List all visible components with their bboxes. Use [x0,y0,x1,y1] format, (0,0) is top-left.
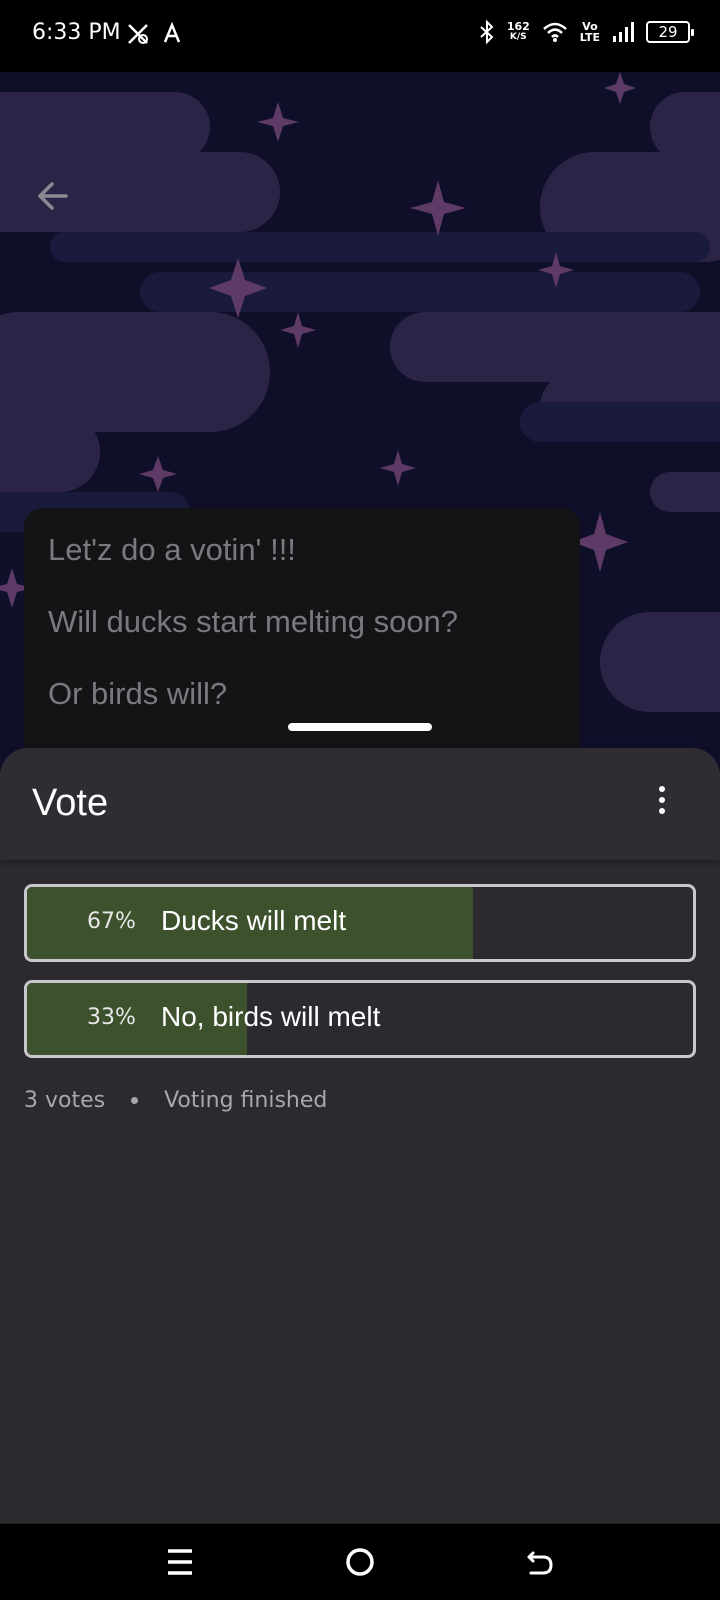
wifi-icon [542,22,567,42]
poll-option-percent: 67% [87,909,136,934]
vote-bottom-sheet: Vote 67% Ducks will melt 33% No, birds w… [0,748,720,1523]
description-line: Let'z do a votin' !!! [48,532,296,567]
description-line: Or birds will? [48,676,228,711]
poll-meta: 3 votes Voting finished [24,1088,327,1113]
description-line: Will ducks start melting soon? [48,604,459,639]
nav-home-button[interactable] [338,1542,382,1582]
more-options-button[interactable] [650,780,674,820]
home-circle-icon [346,1548,374,1576]
poll-option-percent: 33% [87,1005,136,1030]
scissors-fan-icon [128,24,148,44]
poll-option[interactable]: 33% No, birds will melt [24,980,696,1058]
menu-icon [168,1549,192,1575]
nav-back-button[interactable] [518,1542,562,1582]
status-right-icons: 162 K/S Vo LTE 29 [479,20,694,44]
more-vertical-icon-dot [659,808,665,814]
vote-count: 3 votes [24,1088,106,1113]
sheet-title: Vote [32,782,109,824]
nav-menu-button[interactable] [158,1542,202,1582]
network-speed-unit: K/S [509,32,527,42]
status-bar: 6:33 PM 162 K/S Vo LTE 29 [0,0,720,72]
bluetooth-icon [480,20,494,44]
network-speed: 162 K/S [507,21,530,43]
more-vertical-icon [659,786,665,792]
app-a-icon [163,22,181,43]
status-time: 6:33 PM [32,20,121,45]
battery-indicator: 29 [646,21,694,43]
poll-option-label: Ducks will melt [161,905,347,936]
volte-bottom: LTE [579,31,600,44]
volte-indicator: Vo LTE [580,21,600,43]
poll-option-label: No, birds will melt [161,1001,381,1032]
arrow-left-icon [38,182,68,210]
back-button[interactable] [34,178,78,222]
sheet-drag-handle[interactable] [288,723,432,731]
sheet-header: Vote [0,748,720,860]
poll-option[interactable]: 67% Ducks will melt [24,884,696,962]
system-navigation-bar [0,1523,720,1600]
signal-icon [613,22,634,42]
back-icon [527,1551,553,1575]
more-vertical-icon-dot [659,797,665,803]
separator-dot [131,1097,139,1104]
poll-status: Voting finished [164,1088,328,1113]
network-speed-value: 162 [506,20,530,33]
status-left-icons [126,22,182,46]
